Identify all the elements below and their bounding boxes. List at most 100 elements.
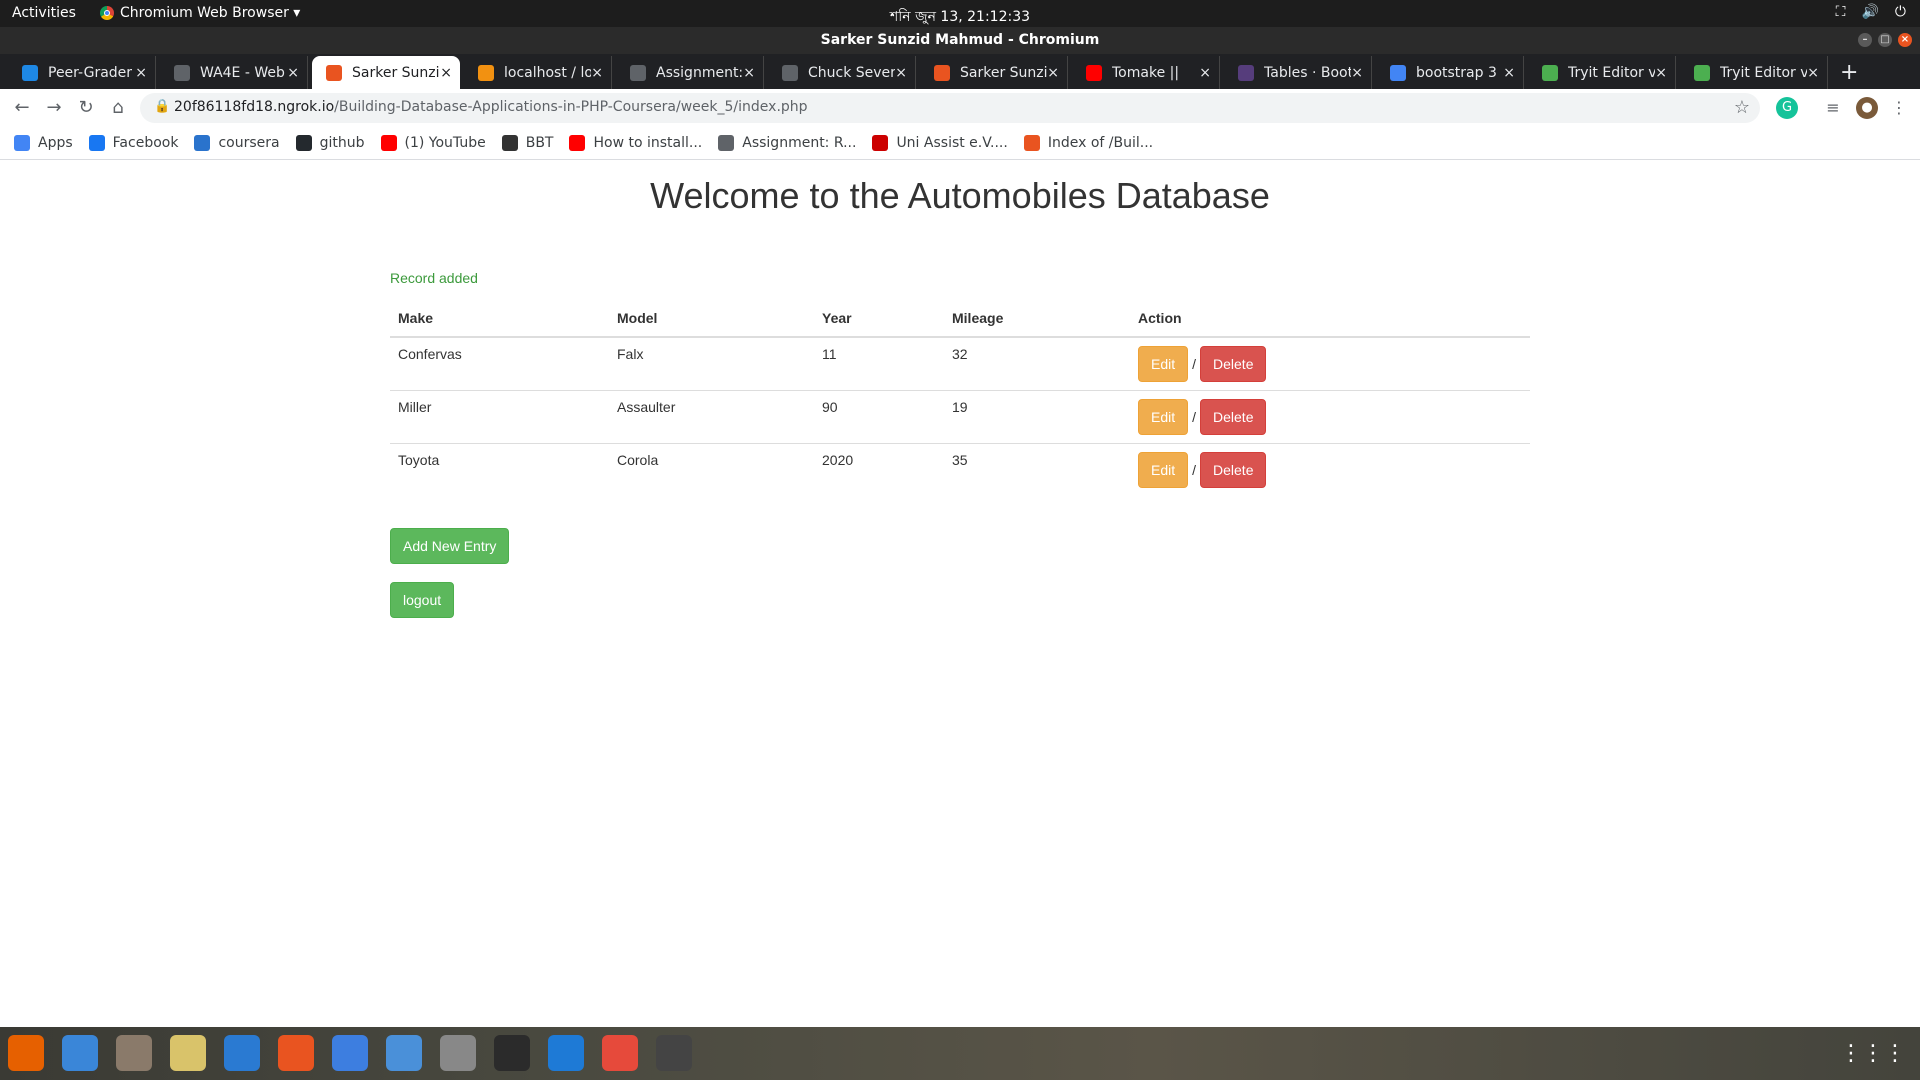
browser-tab[interactable]: Tables · Boot × — [1224, 56, 1372, 89]
tab-close-icon[interactable]: × — [1655, 65, 1667, 81]
browser-tab[interactable]: Sarker Sunzid × — [920, 56, 1068, 89]
maximize-button[interactable]: □ — [1878, 33, 1892, 47]
github-icon — [295, 135, 312, 151]
grammarly-icon[interactable]: G — [1776, 97, 1798, 119]
bookmark-item[interactable]: github — [295, 135, 365, 151]
wa4e-icon — [718, 135, 735, 151]
tab-label: localhost / lo — [504, 64, 592, 81]
browser-tab[interactable]: Assignment: × — [616, 56, 764, 89]
tab-close-icon[interactable]: × — [1503, 65, 1515, 81]
page-title: Welcome to the Automobiles Database — [650, 175, 1270, 216]
reading-list-icon[interactable]: ≡ — [1822, 97, 1844, 119]
bookmark-label: (1) YouTube — [404, 135, 486, 151]
browser-tab[interactable]: Tryit Editor v × — [1528, 56, 1676, 89]
home-icon[interactable]: ⌂ — [106, 96, 130, 120]
bookmark-item[interactable]: (1) YouTube — [380, 135, 486, 151]
address-url[interactable]: 20f86118fd18.ngrok.io/Building-Database-… — [174, 99, 808, 115]
browser-tab[interactable]: localhost / lo × — [464, 56, 612, 89]
delete-button[interactable]: Delete — [1200, 399, 1267, 435]
tab-close-icon[interactable]: × — [591, 65, 603, 81]
forward-arrow-icon[interactable]: → — [42, 96, 66, 120]
address-bar[interactable]: 🔒 20f86118fd18.ngrok.io/Building-Databas… — [140, 93, 1760, 123]
screenshot-icon[interactable] — [440, 1035, 476, 1071]
terminal-icon[interactable] — [494, 1035, 530, 1071]
bookmark-star-icon[interactable]: ☆ — [1734, 97, 1750, 118]
youtube-icon — [1086, 64, 1102, 81]
bookmark-item[interactable]: coursera — [194, 135, 280, 151]
url-path: /Building-Database-Applications-in-PHP-C… — [334, 99, 808, 115]
new-tab-button[interactable]: + — [1840, 60, 1858, 85]
bookmark-item[interactable]: Assignment: R... — [718, 135, 856, 151]
logout-button[interactable]: logout — [390, 582, 455, 618]
libreoffice-writer-icon[interactable] — [224, 1035, 260, 1071]
reload-icon[interactable]: ↻ — [74, 96, 98, 120]
close-window-button[interactable]: × — [1898, 33, 1912, 47]
ngrok-icon — [934, 64, 950, 81]
column-header-mileage: Mileage — [944, 300, 1130, 338]
bookmark-label: Apps — [38, 135, 73, 151]
browser-tab[interactable]: Chuck Severa × — [768, 56, 916, 89]
coursera-icon — [22, 64, 38, 81]
bookmark-item[interactable]: Uni Assist e.V.... — [872, 135, 1008, 151]
tab-label: Chuck Severa — [808, 64, 896, 81]
firefox-icon[interactable] — [8, 1035, 44, 1071]
uni-assist-icon — [872, 135, 889, 151]
edit-button[interactable]: Edit — [1138, 452, 1189, 488]
software-center-icon[interactable] — [278, 1035, 314, 1071]
menu-kebab-icon[interactable]: ⋮ — [1888, 97, 1910, 119]
tab-close-icon[interactable]: × — [1047, 65, 1059, 81]
bookmark-item[interactable]: Apps — [14, 135, 73, 151]
flash-message: Record added — [390, 270, 478, 286]
profile-avatar[interactable]: ● — [1856, 97, 1878, 119]
tab-close-icon[interactable]: × — [1807, 65, 1819, 81]
browser-tab[interactable]: Peer-Grader × — [8, 56, 156, 89]
chromium-icon[interactable] — [386, 1035, 422, 1071]
vscode-icon[interactable] — [548, 1035, 584, 1071]
browser-tab[interactable]: WA4E - Web × — [160, 56, 308, 89]
cell-model: Corola — [617, 452, 659, 468]
bookmark-item[interactable]: Facebook — [88, 135, 178, 151]
browser-tab[interactable]: Sarker Sunzid × — [312, 56, 460, 89]
power-icon[interactable]: ⏻ — [1895, 4, 1906, 20]
network-icon[interactable]: ⛶ — [1836, 4, 1846, 20]
tab-close-icon[interactable]: × — [440, 65, 452, 81]
tab-close-icon[interactable]: × — [135, 65, 147, 81]
browser-tab[interactable]: Tomake || × — [1072, 56, 1220, 89]
bookmark-item[interactable]: How to install... — [569, 135, 702, 151]
tab-close-icon[interactable]: × — [1199, 65, 1211, 81]
volume-icon[interactable]: 🔊 — [1861, 4, 1878, 20]
youtube-icon — [380, 135, 397, 151]
thunderbird-icon[interactable] — [62, 1035, 98, 1071]
browser-tab[interactable]: Tryit Editor v × — [1680, 56, 1828, 89]
system-clock[interactable]: শনি জুন 13, 21:12:33 — [0, 5, 1920, 29]
show-applications-icon[interactable]: ⋮⋮⋮ — [1840, 1041, 1906, 1066]
help-icon[interactable] — [332, 1035, 368, 1071]
cell-model: Falx — [609, 337, 814, 391]
tab-close-icon[interactable]: × — [287, 65, 299, 81]
edit-button[interactable]: Edit — [1138, 399, 1189, 435]
back-arrow-icon[interactable]: ← — [10, 96, 34, 120]
files-icon[interactable] — [116, 1035, 152, 1071]
delete-button[interactable]: Delete — [1200, 346, 1267, 382]
add-new-entry-button[interactable]: Add New Entry — [390, 528, 510, 564]
bookmark-item[interactable]: Index of /Buil... — [1023, 135, 1153, 151]
tab-close-icon[interactable]: × — [743, 65, 755, 81]
bookmark-label: Assignment: R... — [742, 135, 857, 151]
screen-recorder-icon[interactable] — [656, 1035, 692, 1071]
column-header-model: Model — [609, 300, 814, 338]
git-icon[interactable] — [602, 1035, 638, 1071]
minimize-button[interactable]: – — [1858, 33, 1872, 47]
lock-icon[interactable]: 🔒 — [154, 99, 170, 114]
delete-button[interactable]: Delete — [1200, 452, 1267, 488]
cell-model: Assaulter — [609, 390, 814, 444]
system-tray[interactable]: ⛶ 🔊 ⏻ — [1836, 4, 1906, 20]
bookmark-item[interactable]: BBT — [501, 135, 553, 151]
browser-tab[interactable]: bootstrap 3 × — [1376, 56, 1524, 89]
rhythmbox-icon[interactable] — [170, 1035, 206, 1071]
tab-close-icon[interactable]: × — [1351, 65, 1363, 81]
edit-button[interactable]: Edit — [1138, 346, 1189, 382]
tab-close-icon[interactable]: × — [895, 65, 907, 81]
cell-year: 90 — [814, 390, 944, 444]
tab-label: Tryit Editor v — [1720, 64, 1808, 81]
cell-action: Edit / Delete — [1130, 444, 1530, 497]
